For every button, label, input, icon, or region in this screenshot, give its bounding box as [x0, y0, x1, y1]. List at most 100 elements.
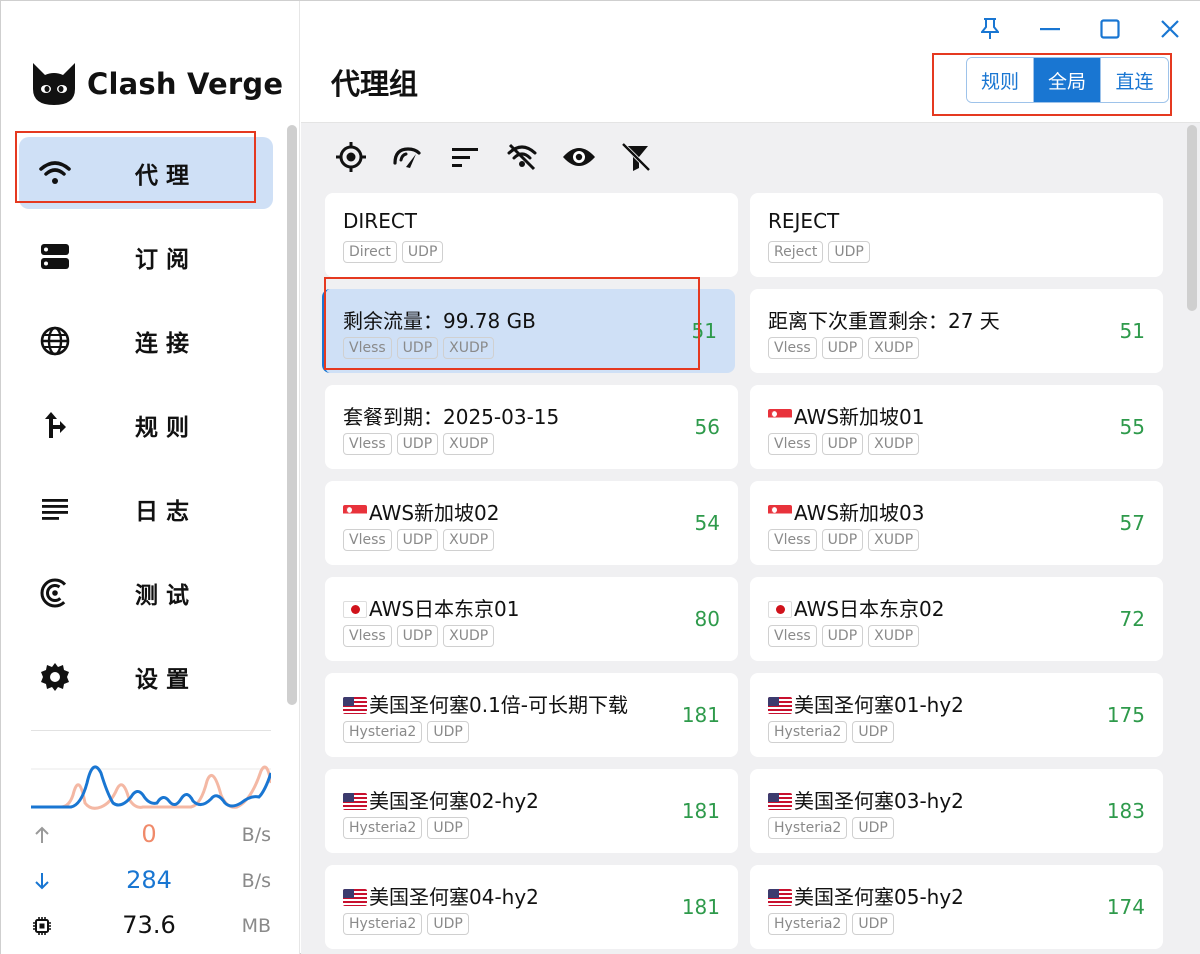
proxy-tag: UDP: [852, 913, 894, 935]
proxy-card[interactable]: 美国圣何塞04-hy2 Hysteria2 UDP 181: [325, 865, 738, 949]
proxy-name-text: AWS日本东京02: [794, 597, 945, 621]
proxy-card[interactable]: DIRECT Direct UDP: [325, 193, 738, 277]
proxy-name-text: AWS新加坡01: [794, 405, 925, 429]
proxy-latency[interactable]: 72: [1120, 607, 1145, 631]
proxy-card[interactable]: 美国圣何塞03-hy2 Hysteria2 UDP 183: [750, 769, 1163, 853]
proxy-latency[interactable]: 183: [1107, 799, 1145, 823]
proxy-latency[interactable]: 80: [695, 607, 720, 631]
proxy-name: REJECT: [768, 209, 839, 233]
sidebar-item-logs[interactable]: 日志: [19, 473, 273, 545]
proxy-latency[interactable]: 55: [1120, 415, 1145, 439]
proxy-tag: Hysteria2: [768, 721, 848, 743]
proxy-name: 美国圣何塞05-hy2: [768, 881, 964, 910]
sort-icon[interactable]: [447, 139, 483, 175]
proxy-card[interactable]: 美国圣何塞05-hy2 Hysteria2 UDP 174: [750, 865, 1163, 949]
page-title: 代理组: [331, 67, 419, 101]
sidebar-item-label: 规则: [135, 415, 197, 441]
close-icon[interactable]: [1140, 11, 1200, 47]
proxy-tag: UDP: [396, 625, 439, 647]
sg-flag-icon: [343, 505, 367, 522]
proxy-card[interactable]: AWS日本东京01 Vless UDP XUDP 80: [325, 577, 738, 661]
proxy-latency[interactable]: 54: [695, 511, 720, 535]
proxy-card[interactable]: AWS新加坡03 Vless UDP XUDP 57: [750, 481, 1163, 565]
proxy-tag: UDP: [427, 721, 469, 743]
main-scrollbar[interactable]: [1187, 125, 1197, 311]
proxy-tags: Vless UDP XUDP: [343, 625, 499, 647]
memory-unit: MB: [241, 915, 271, 937]
sidebar: Clash Verge 代理 订阅 连接 规则 日志 测试 设置 0 B/s 2…: [1, 1, 300, 954]
proxy-tag: UDP: [821, 529, 864, 551]
proxy-card[interactable]: 距离下次重置剩余：27 天 Vless UDP XUDP 51: [750, 289, 1163, 373]
proxy-name-text: AWS新加坡02: [369, 501, 500, 525]
proxy-tags: Hysteria2 UDP: [768, 913, 899, 935]
proxy-card[interactable]: AWS新加坡01 Vless UDP XUDP 55: [750, 385, 1163, 469]
proxy-latency[interactable]: 56: [695, 415, 720, 439]
main-panel: 代理组 规则 全局 直连 DIRECT Direct UDP REJECT Re…: [301, 1, 1200, 954]
us-flag-icon: [768, 889, 792, 906]
proxy-tag: XUDP: [868, 625, 920, 647]
window-controls: [960, 11, 1200, 47]
filter-off-icon[interactable]: [504, 139, 540, 175]
proxy-tag: Hysteria2: [343, 913, 423, 935]
sidebar-item-test[interactable]: 测试: [19, 557, 273, 629]
sidebar-item-connections[interactable]: 连接: [19, 305, 273, 377]
proxy-card[interactable]: 美国圣何塞02-hy2 Hysteria2 UDP 181: [325, 769, 738, 853]
funnel-off-icon[interactable]: [618, 139, 654, 175]
proxy-card[interactable]: REJECT Reject UDP: [750, 193, 1163, 277]
locate-icon[interactable]: [333, 139, 369, 175]
proxy-latency[interactable]: 174: [1107, 895, 1145, 919]
gear-icon: [39, 661, 71, 693]
proxy-card[interactable]: 剩余流量：99.78 GB Vless UDP XUDP 51: [322, 289, 735, 373]
proxy-name: AWS日本东京02: [768, 593, 945, 622]
proxy-tags: Vless UDP XUDP: [768, 529, 924, 551]
eye-icon[interactable]: [561, 139, 597, 175]
proxy-tag: UDP: [396, 529, 439, 551]
minimize-icon[interactable]: [1020, 11, 1080, 47]
sidebar-item-rules[interactable]: 规则: [19, 389, 273, 461]
mode-rule-button[interactable]: 规则: [967, 58, 1034, 102]
proxy-card[interactable]: AWS新加坡02 Vless UDP XUDP 54: [325, 481, 738, 565]
mode-direct-button[interactable]: 直连: [1101, 58, 1168, 102]
proxy-latency[interactable]: 181: [682, 895, 720, 919]
proxy-tag: Vless: [768, 625, 817, 647]
mode-global-button[interactable]: 全局: [1034, 58, 1101, 102]
proxy-latency[interactable]: 57: [1120, 511, 1145, 535]
proxy-tags: Vless UDP XUDP: [768, 433, 924, 455]
proxy-tags: Hysteria2 UDP: [343, 817, 474, 839]
jp-flag-icon: [343, 601, 367, 618]
proxy-card[interactable]: 美国圣何塞0.1倍-可长期下载 Hysteria2 UDP 181: [325, 673, 738, 757]
proxy-latency[interactable]: 181: [682, 703, 720, 727]
speed-test-icon[interactable]: [390, 139, 426, 175]
sidebar-item-settings[interactable]: 设置: [19, 641, 273, 713]
proxy-tags: Vless UDP XUDP: [343, 433, 499, 455]
proxy-tag: Vless: [768, 337, 817, 359]
proxy-latency[interactable]: 175: [1107, 703, 1145, 727]
proxy-latency[interactable]: 51: [1120, 319, 1145, 343]
proxy-name: AWS新加坡03: [768, 497, 925, 526]
us-flag-icon: [343, 793, 367, 810]
proxy-name-text: DIRECT: [343, 209, 418, 233]
proxy-name-text: 美国圣何塞04-hy2: [369, 885, 539, 909]
memory-stat: 73.6 MB: [29, 911, 274, 943]
proxy-tag: Vless: [343, 337, 392, 359]
proxy-card[interactable]: 美国圣何塞01-hy2 Hysteria2 UDP 175: [750, 673, 1163, 757]
sidebar-item-proxy[interactable]: 代理: [19, 137, 273, 209]
proxy-card[interactable]: 套餐到期：2025-03-15 Vless UDP XUDP 56: [325, 385, 738, 469]
proxy-name-text: 美国圣何塞01-hy2: [794, 693, 964, 717]
sidebar-scrollbar[interactable]: [287, 125, 297, 705]
sidebar-item-subscription[interactable]: 订阅: [19, 221, 273, 293]
proxy-tag: Vless: [768, 433, 817, 455]
us-flag-icon: [768, 793, 792, 810]
sidebar-item-label: 日志: [135, 499, 197, 525]
globe-icon: [39, 325, 71, 357]
maximize-icon[interactable]: [1080, 11, 1140, 47]
arrow-up-icon: [29, 822, 55, 848]
proxy-latency[interactable]: 181: [682, 799, 720, 823]
proxy-tag: UDP: [852, 817, 894, 839]
pin-icon[interactable]: [960, 11, 1020, 47]
proxy-latency[interactable]: 51: [692, 319, 717, 343]
proxy-tag: XUDP: [443, 433, 495, 455]
proxy-card[interactable]: AWS日本东京02 Vless UDP XUDP 72: [750, 577, 1163, 661]
proxy-name-text: 美国圣何塞03-hy2: [794, 789, 964, 813]
proxy-tag: Vless: [343, 433, 392, 455]
